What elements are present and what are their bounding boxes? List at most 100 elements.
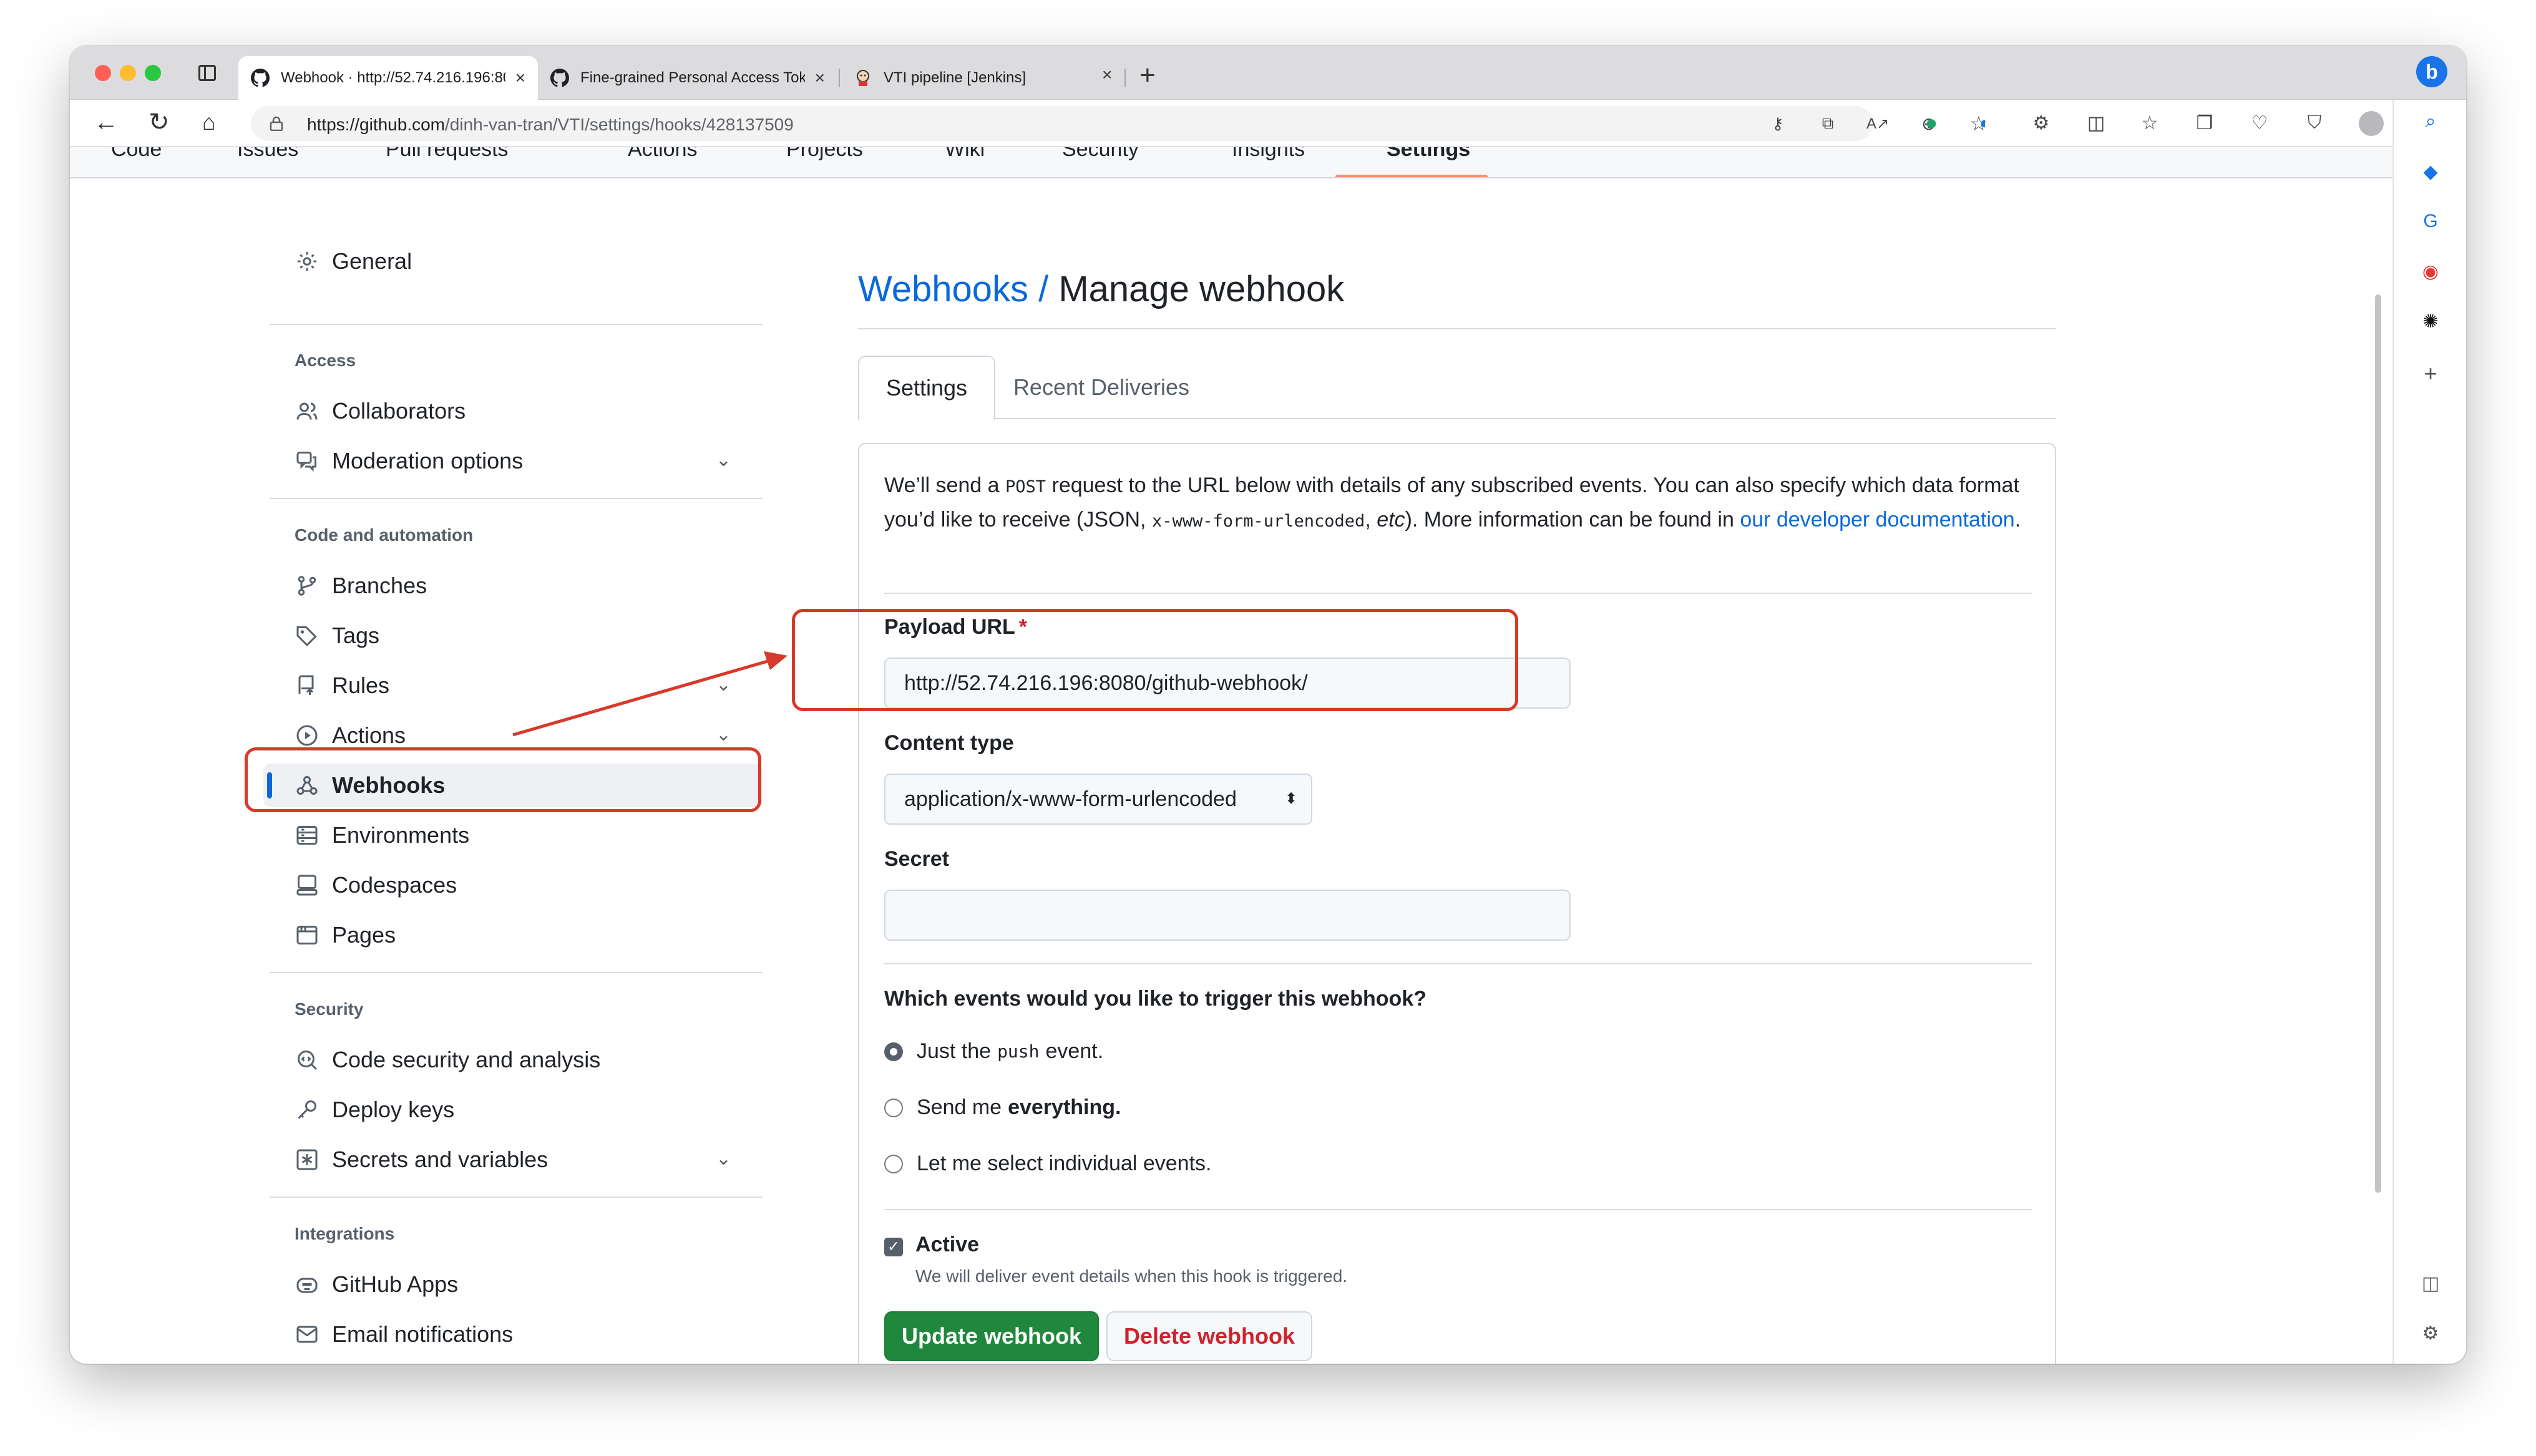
active-checkbox[interactable]: ✓ xyxy=(884,1238,903,1256)
chevron-down-icon[interactable]: ⌄ xyxy=(716,449,731,471)
chatgpt-icon[interactable]: ✺ xyxy=(2419,309,2442,333)
search-icon[interactable]: ⌕ xyxy=(2419,110,2442,133)
event-option-individual[interactable]: Let me select individual events. xyxy=(884,1152,1211,1176)
radio-individual[interactable] xyxy=(884,1154,903,1173)
intro-part: ). More information can be found in xyxy=(1405,508,1740,531)
secret-label: Secret xyxy=(884,847,949,871)
tab-separator xyxy=(839,69,840,87)
secret-input[interactable] xyxy=(884,890,1571,941)
profile-avatar[interactable] xyxy=(2359,111,2384,136)
divider xyxy=(270,1196,763,1198)
repo-nav-issues[interactable]: Issues xyxy=(237,147,298,162)
minimize-window-button[interactable] xyxy=(120,65,136,81)
sidebar-item-github-apps[interactable]: GitHub Apps xyxy=(263,1263,763,1306)
repo-nav-pull-requests[interactable]: Pull requests xyxy=(386,147,509,162)
sidebar-item-environments[interactable]: Environments xyxy=(263,813,763,857)
shopping-icon[interactable]: ◆ xyxy=(2419,160,2442,183)
sidebar-item-label: Actions xyxy=(332,722,406,748)
tab-title: Fine-grained Personal Access Tokens xyxy=(580,69,805,86)
key-icon[interactable]: ⚷ xyxy=(1767,113,1788,134)
intro-code: POST xyxy=(1005,477,1046,497)
repo-nav-wiki[interactable]: Wiki xyxy=(945,147,985,162)
split-screen-icon[interactable]: ◫ xyxy=(2085,112,2107,133)
home-icon[interactable]: ⌂ xyxy=(202,109,216,136)
play-icon xyxy=(295,723,319,748)
sidebar-item-label: Pages xyxy=(332,922,396,948)
sidebar-item-label: Email notifications xyxy=(332,1321,514,1347)
refresh-icon[interactable]: ↻ xyxy=(149,109,170,136)
page-scrollbar[interactable] xyxy=(2375,294,2381,1193)
sidebar-item-general[interactable]: General xyxy=(263,240,763,283)
close-tab-icon[interactable]: × xyxy=(515,68,525,88)
intro-text: We’ll send a POST request to the URL bel… xyxy=(884,469,2032,538)
sidebar-heading-integrations: Integrations xyxy=(295,1224,395,1243)
url-field[interactable]: https://github.com/dinh-van-tran/VTI/set… xyxy=(251,106,1987,141)
favorites-icon[interactable]: ☆ xyxy=(2139,112,2160,133)
git-branch-icon xyxy=(295,573,319,598)
tab-tokens[interactable]: Fine-grained Personal Access Tokens × xyxy=(538,56,837,100)
repo-nav-security[interactable]: Security xyxy=(1062,147,1139,162)
new-tab-button[interactable]: + xyxy=(1139,60,1156,91)
breadcrumb-webhooks[interactable]: Webhooks / xyxy=(858,269,1048,309)
radio-everything[interactable] xyxy=(884,1098,903,1117)
event-option-everything[interactable]: Send me everything. xyxy=(884,1095,1121,1120)
grammarly-icon[interactable]: ● xyxy=(1921,111,1942,135)
read-aloud-icon[interactable]: A↗ xyxy=(1866,113,1889,134)
sidebar-item-label: Codespaces xyxy=(332,872,457,898)
sidebar-toggle-icon[interactable]: ◫ xyxy=(2419,1271,2442,1295)
radio-push[interactable] xyxy=(884,1042,903,1061)
sidebar-item-secrets[interactable]: Secrets and variables ⌄ xyxy=(263,1138,763,1182)
repo-nav-projects[interactable]: Projects xyxy=(786,147,863,162)
close-window-button[interactable] xyxy=(95,65,111,81)
sidebar-item-email-notifications[interactable]: Email notifications xyxy=(263,1313,763,1356)
back-icon[interactable]: ← xyxy=(94,109,119,136)
repo-nav-code[interactable]: Code xyxy=(111,147,162,162)
sidebar-item-branches[interactable]: Branches xyxy=(263,564,763,608)
collections-icon[interactable]: ❐ xyxy=(2194,112,2215,133)
sidebar-item-moderation-options[interactable]: Moderation options ⌄ xyxy=(263,439,763,483)
browser-icon xyxy=(295,923,319,948)
repo-nav-insights[interactable]: Insights xyxy=(1232,147,1305,162)
extension-icon[interactable]: ◐ xyxy=(1974,112,1996,133)
sidebar-item-label: Secrets and variables xyxy=(332,1147,549,1172)
open-in-app-icon[interactable]: ⧉ xyxy=(1817,113,1838,134)
chevron-down-icon[interactable]: ⌄ xyxy=(716,1148,731,1170)
sidebar-item-pages[interactable]: Pages xyxy=(263,913,763,957)
sidebar-item-code-security[interactable]: Code security and analysis xyxy=(263,1038,763,1082)
media-icon[interactable]: ◉ xyxy=(2419,260,2442,283)
extensions-puzzle-icon[interactable]: ⚙ xyxy=(2031,112,2052,133)
delete-webhook-button[interactable]: Delete webhook xyxy=(1106,1311,1312,1361)
maximize-window-button[interactable] xyxy=(145,65,161,81)
developer-docs-link[interactable]: our developer documentation xyxy=(1740,508,2014,531)
tab-actions-icon[interactable] xyxy=(198,65,216,81)
sidebar-item-collaborators[interactable]: Collaborators xyxy=(263,389,763,433)
tag-icon xyxy=(295,623,319,648)
performance-icon[interactable]: ♡ xyxy=(2249,112,2270,133)
webhook-form: We’ll send a POST request to the URL bel… xyxy=(858,443,2056,1364)
sidebar-item-label: Rules xyxy=(332,672,390,698)
browser-essentials-icon[interactable]: ⛉ xyxy=(2304,112,2325,133)
sidebar-item-tags[interactable]: Tags xyxy=(263,614,763,658)
github-page: Code Issues Pull requests Actions Projec… xyxy=(70,147,2392,1364)
tab-webhook[interactable]: Webhook · http://52.74.216.196:8080/gith… xyxy=(238,56,538,100)
repo-nav-settings[interactable]: Settings xyxy=(1387,147,1470,162)
tab-recent-deliveries[interactable]: Recent Deliveries xyxy=(1008,356,1195,419)
settings-gear-icon[interactable]: ⚙ xyxy=(2419,1321,2442,1345)
server-icon xyxy=(295,823,319,848)
tab-settings[interactable]: Settings xyxy=(858,356,995,420)
close-tab-icon[interactable]: × xyxy=(1102,65,1112,85)
sidebar-item-deploy-keys[interactable]: Deploy keys xyxy=(263,1088,763,1132)
sidebar-item-codespaces[interactable]: Codespaces xyxy=(263,863,763,907)
sidebar-item-rules[interactable]: Rules ⌄ xyxy=(263,664,763,707)
chevron-down-icon[interactable]: ⌄ xyxy=(716,724,731,745)
translate-icon[interactable]: G xyxy=(2419,210,2442,233)
bing-icon[interactable]: b xyxy=(2416,56,2447,87)
update-webhook-button[interactable]: Update webhook xyxy=(884,1311,1099,1361)
lock-icon xyxy=(270,116,283,131)
event-option-push[interactable]: Just the push event. xyxy=(884,1039,1103,1064)
close-tab-icon[interactable]: × xyxy=(815,68,825,88)
add-icon[interactable]: + xyxy=(2419,361,2442,386)
content-type-select[interactable]: application/x-www-form-urlencoded ⬍ xyxy=(884,774,1312,825)
chevron-down-icon[interactable]: ⌄ xyxy=(716,674,731,696)
repo-nav-actions[interactable]: Actions xyxy=(628,147,698,162)
